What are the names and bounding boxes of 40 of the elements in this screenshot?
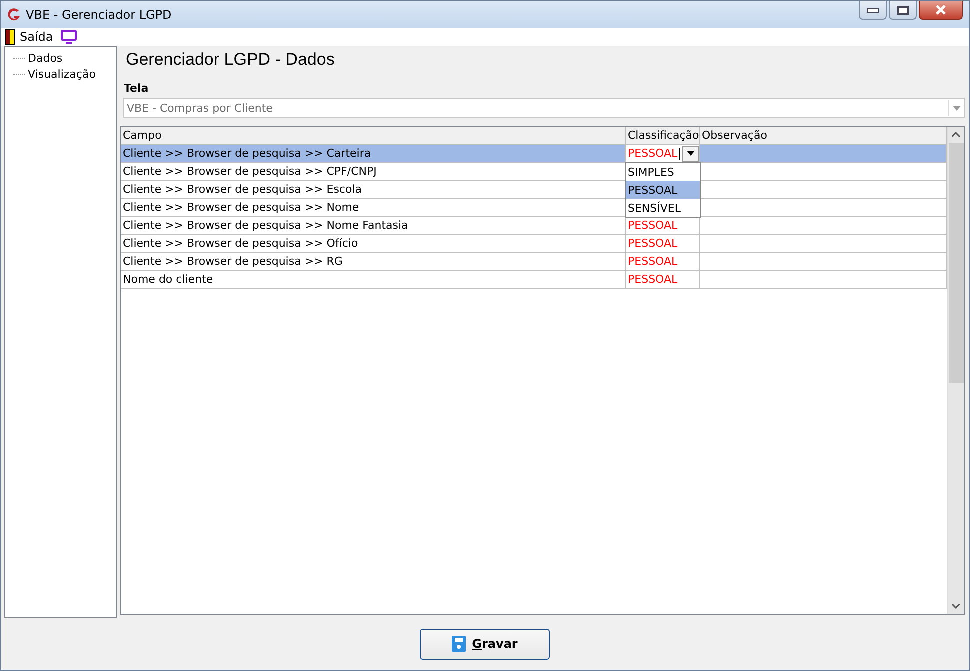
column-header[interactable]: Campo [121, 127, 626, 144]
table-row[interactable]: Cliente >> Browser de pesquisa >> RG PESSOAL [121, 253, 947, 271]
table-cell: Cliente >> Browser de pesquisa >> CPF/CNPJ [121, 163, 626, 180]
dropdown-option[interactable]: SIMPLES [626, 163, 700, 181]
dropdown-option[interactable]: PESSOAL [626, 181, 700, 199]
table-cell: PESSOAL [626, 253, 700, 270]
table-cell: Cliente >> Browser de pesquisa >> Nome Fantasia [121, 217, 626, 234]
dropdown-option[interactable]: SENSÍVEL [626, 199, 700, 217]
table-cell: Cliente >> Browser de pesquisa >> Nome [121, 199, 626, 216]
dropdown-arrow-icon [952, 106, 960, 110]
table-cell: PESSOAL [626, 271, 700, 288]
door-icon [5, 29, 15, 45]
exit-menu-item[interactable]: Saída [5, 29, 54, 45]
table-cell: Cliente >> Browser de pesquisa >> Ofício [121, 235, 626, 252]
table-cell: Nome do cliente [121, 271, 626, 288]
scroll-down-icon[interactable] [952, 604, 960, 609]
table-cell: Cliente >> Browser de pesquisa >> Escola [121, 181, 626, 198]
screen-dropdown[interactable]: VBE - Compras por Cliente [123, 98, 965, 118]
dropdown-arrow-icon [686, 151, 694, 156]
close-button[interactable] [919, 1, 963, 20]
table-cell: PESSOAL [626, 217, 700, 234]
table-row[interactable]: Cliente >> Browser de pesquisa >> Ofício PESSOAL [121, 235, 947, 253]
table-cell: PESSOAL [626, 235, 700, 252]
table-cell: Cliente >> Browser de pesquisa >> RG [121, 253, 626, 270]
save-button[interactable]: Gravar [420, 628, 550, 660]
app-logo-icon [6, 6, 22, 22]
column-header[interactable]: Classificação [626, 127, 700, 144]
minimize-button[interactable] [859, 1, 887, 20]
tree-item[interactable]: Dados [28, 52, 63, 64]
scroll-up-icon[interactable] [952, 132, 960, 137]
close-icon [935, 5, 947, 15]
table-row[interactable]: Nome do cliente PESSOAL [121, 271, 947, 289]
monitor-icon[interactable] [61, 30, 78, 44]
maximize-button[interactable] [889, 1, 917, 20]
page-heading: Gerenciador LGPD - Dados [126, 50, 336, 70]
table-row[interactable]: Cliente >> Browser de pesquisa >> Nome Fantasia PESSOAL [121, 217, 947, 235]
field-label: Tela [124, 82, 150, 95]
vertical-scrollbar[interactable] [947, 127, 964, 614]
window-title: VBE - Gerenciador LGPD [26, 8, 172, 22]
tree-item[interactable]: Visualização [28, 68, 96, 80]
